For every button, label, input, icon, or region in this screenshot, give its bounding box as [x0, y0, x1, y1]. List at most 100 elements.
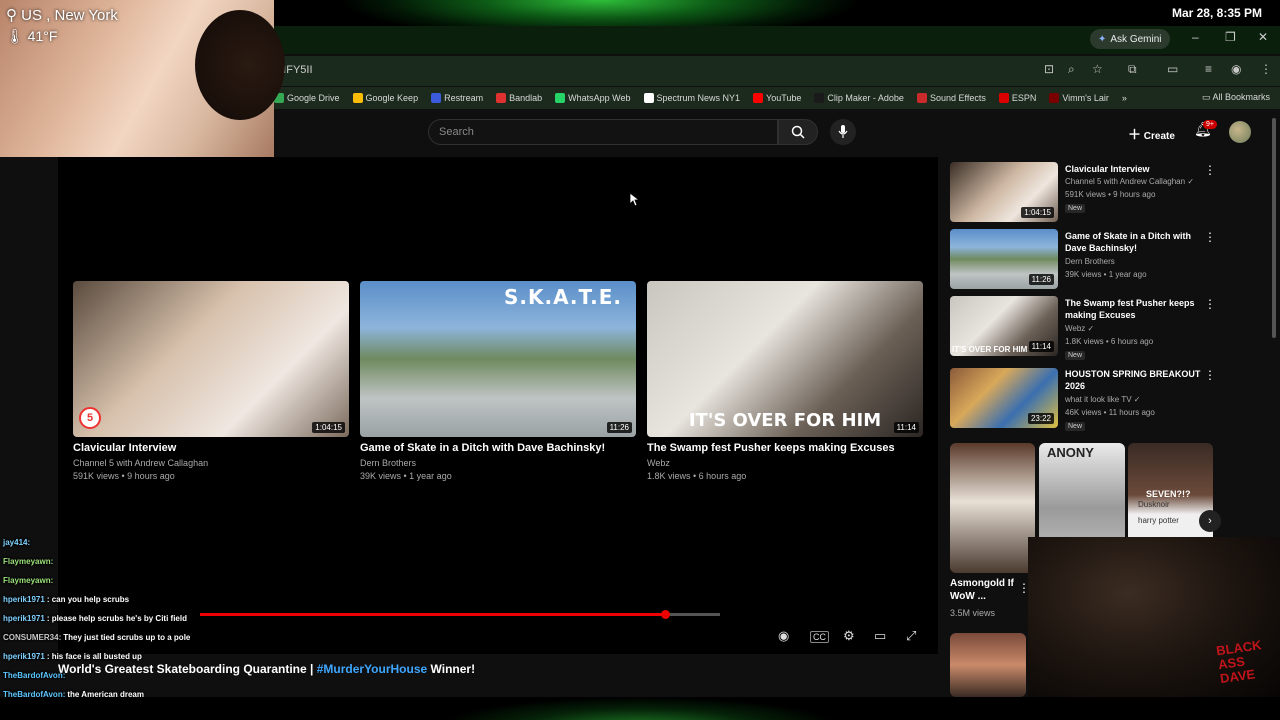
more-actions-icon[interactable]: ⋮ — [1204, 230, 1216, 244]
endscreen-title-2[interactable]: Game of Skate in a Ditch with Dave Bachi… — [360, 442, 605, 454]
endscreen-video-3[interactable]: IT'S OVER FOR HIM 11:14 — [647, 281, 923, 437]
shorts-next-button[interactable]: › — [1199, 510, 1221, 532]
endscreen-title-1[interactable]: Clavicular Interview — [73, 442, 176, 454]
bookmarks-overflow-button[interactable]: » — [1122, 93, 1127, 103]
bookmark-label: ESPN — [1011, 93, 1037, 103]
bookmark-label: Clip Maker - Adobe — [827, 93, 904, 103]
short-thumbnail-4[interactable] — [950, 633, 1026, 697]
recommended-title-3[interactable]: The Swamp fest Pusher keeps making Excus… — [1065, 297, 1205, 321]
thumbnail-overlay-text: IT'S OVER FOR HIM — [952, 345, 1028, 354]
bookmark-spectrum-news-ny1[interactable]: Spectrum News NY1 — [643, 93, 740, 103]
thumbnail-overlay-name-2: harry potter — [1138, 516, 1179, 525]
fullscreen-icon: ⤢ — [906, 628, 917, 643]
page-scrollbar[interactable] — [1272, 118, 1276, 338]
avatar[interactable] — [1229, 121, 1251, 143]
voice-search-button[interactable] — [830, 119, 856, 145]
endscreen-channel-2[interactable]: Dern Brothers — [360, 458, 416, 468]
bookmark-bandlab[interactable]: Bandlab — [496, 93, 542, 103]
new-badge: New — [1065, 422, 1086, 431]
endscreen-meta-1: 591K views • 9 hours ago — [73, 471, 175, 481]
profile-icon[interactable]: ◉ — [1231, 62, 1241, 76]
recommended-title-1[interactable]: Clavicular Interview — [1065, 163, 1205, 175]
media-icon[interactable]: ≡ — [1205, 62, 1212, 76]
menu-icon[interactable]: ⋮ — [1260, 62, 1272, 76]
extensions-icon[interactable]: ⧉ — [1128, 62, 1137, 77]
bookmark-star-icon[interactable]: ☆ — [1092, 62, 1103, 76]
bookmarks-bar: Google Drive Google Keep Restream Bandlab Wh… — [274, 87, 1280, 109]
recommended-thumbnail-2[interactable]: 11:26 — [950, 229, 1058, 289]
recommended-channel-2[interactable]: Dern Brothers — [1065, 257, 1115, 266]
bookmark-favicon-icon — [643, 93, 654, 103]
streamer-logo: BLACK ASS DAVE — [1215, 637, 1263, 687]
chevron-right-icon: › — [1208, 515, 1212, 527]
recommended-thumbnail-4[interactable]: 23:22 — [950, 368, 1058, 428]
endscreen-title-3[interactable]: The Swamp fest Pusher keeps making Excus… — [647, 442, 895, 454]
short-title-1[interactable]: Asmongold If WoW ... — [950, 577, 1020, 603]
recommended-channel-1[interactable]: Channel 5 with Andrew Callaghan ✓ — [1065, 177, 1194, 186]
chat-message: Flaymeyawn: — [3, 552, 263, 571]
bookmark-label: Sound Effects — [929, 93, 986, 103]
recommended-thumbnail-3[interactable]: IT'S OVER FOR HIM 11:14 — [950, 296, 1058, 356]
bookmark-whatsapp-web[interactable]: WhatsApp Web — [555, 93, 631, 103]
minimize-button[interactable]: – — [1192, 30, 1199, 44]
chat-username: jay414: — [3, 538, 31, 547]
recommended-title-2[interactable]: Game of Skate in a Ditch with Dave Bachi… — [1065, 230, 1205, 254]
recommended-title-4[interactable]: HOUSTON SPRING BREAKOUT 2026 — [1065, 368, 1205, 392]
side-panel-icon[interactable]: ▭ — [1167, 62, 1178, 76]
install-icon[interactable]: ⊡ — [1044, 62, 1054, 76]
chat-text: : can you help scrubs — [46, 595, 130, 604]
chat-message: hperik1971: please help scrubs he's by C… — [3, 609, 263, 628]
short-thumbnail-1[interactable] — [950, 443, 1035, 573]
system-clock: Mar 28, 8:35 PM — [1171, 6, 1262, 20]
autoplay-toggle[interactable]: ◉ — [778, 628, 789, 644]
bookmark-sound-effects[interactable]: Sound Effects — [916, 93, 986, 103]
more-actions-icon[interactable]: ⋮ — [1204, 163, 1216, 177]
zoom-icon[interactable]: ⌕ — [1068, 62, 1075, 77]
bookmark-label: WhatsApp Web — [568, 93, 631, 103]
bookmark-label: YouTube — [766, 93, 802, 103]
recommended-channel-3[interactable]: Webz ✓ — [1065, 324, 1094, 333]
progress-bar[interactable] — [200, 610, 720, 619]
chat-username: hperik1971 — [3, 652, 45, 661]
more-actions-icon[interactable]: ⋮ — [1204, 368, 1216, 382]
search-input[interactable]: Search — [428, 119, 778, 145]
more-actions-icon[interactable]: ⋮ — [1204, 297, 1216, 311]
bookmark-youtube[interactable]: YouTube — [753, 93, 801, 103]
theater-mode-button[interactable]: ▭ — [874, 628, 886, 644]
gear-icon: ⚙ — [843, 628, 855, 643]
search-button[interactable] — [778, 119, 818, 145]
endscreen-video-1[interactable]: 5 1:04:15 — [73, 281, 349, 437]
create-button[interactable]: ＋ Create — [1128, 124, 1175, 143]
chat-text: They just tied scrubs up to a pole — [63, 633, 191, 642]
all-bookmarks-button[interactable]: ▭ All Bookmarks — [1202, 92, 1270, 103]
fullscreen-button[interactable]: ⤢ — [906, 628, 916, 644]
ask-gemini-button[interactable]: ✦ Ask Gemini — [1090, 29, 1170, 49]
bookmark-restream[interactable]: Restream — [431, 93, 483, 103]
bookmark-vimm-s-lair[interactable]: Vimm's Lair — [1049, 93, 1109, 103]
thumbnail-overlay-text: SEVEN?!? — [1146, 489, 1191, 499]
bookmark-favicon-icon — [352, 93, 363, 103]
settings-button[interactable]: ⚙ — [843, 628, 855, 644]
endscreen-video-2[interactable]: S.K.A.T.E. 11:26 — [360, 281, 636, 437]
bookmark-clip-maker-adobe[interactable]: Clip Maker - Adobe — [814, 93, 904, 103]
recommended-thumbnail-1[interactable]: 1:04:15 — [950, 162, 1058, 222]
hashtag-link[interactable]: #MurderYourHouse — [317, 662, 427, 676]
bookmark-favicon-icon — [814, 93, 825, 103]
close-window-button[interactable]: ✕ — [1258, 30, 1268, 44]
thumbnail-overlay-text: S.K.A.T.E. — [503, 285, 622, 309]
bookmark-favicon-icon — [916, 93, 927, 103]
gemini-icon: ✦ — [1098, 33, 1107, 45]
bookmark-espn[interactable]: ESPN — [998, 93, 1037, 103]
verified-icon: ✓ — [1133, 395, 1141, 404]
recommended-channel-4[interactable]: what it look like TV ✓ — [1065, 395, 1140, 404]
subtitles-button[interactable]: CC — [810, 628, 829, 643]
endscreen-channel-1[interactable]: Channel 5 with Andrew Callaghan — [73, 458, 208, 468]
bookmark-google-drive[interactable]: Google Drive — [274, 93, 340, 103]
bookmark-google-keep[interactable]: Google Keep — [352, 93, 418, 103]
chat-username: Flaymeyawn: — [3, 557, 54, 566]
duration-badge: 1:04:15 — [312, 422, 345, 433]
chat-message: Flaymeyawn: — [3, 571, 263, 590]
endscreen-channel-3[interactable]: Webz — [647, 458, 670, 468]
restore-button[interactable]: ❐ — [1225, 30, 1236, 44]
temperature-text: 41°F — [27, 28, 58, 44]
